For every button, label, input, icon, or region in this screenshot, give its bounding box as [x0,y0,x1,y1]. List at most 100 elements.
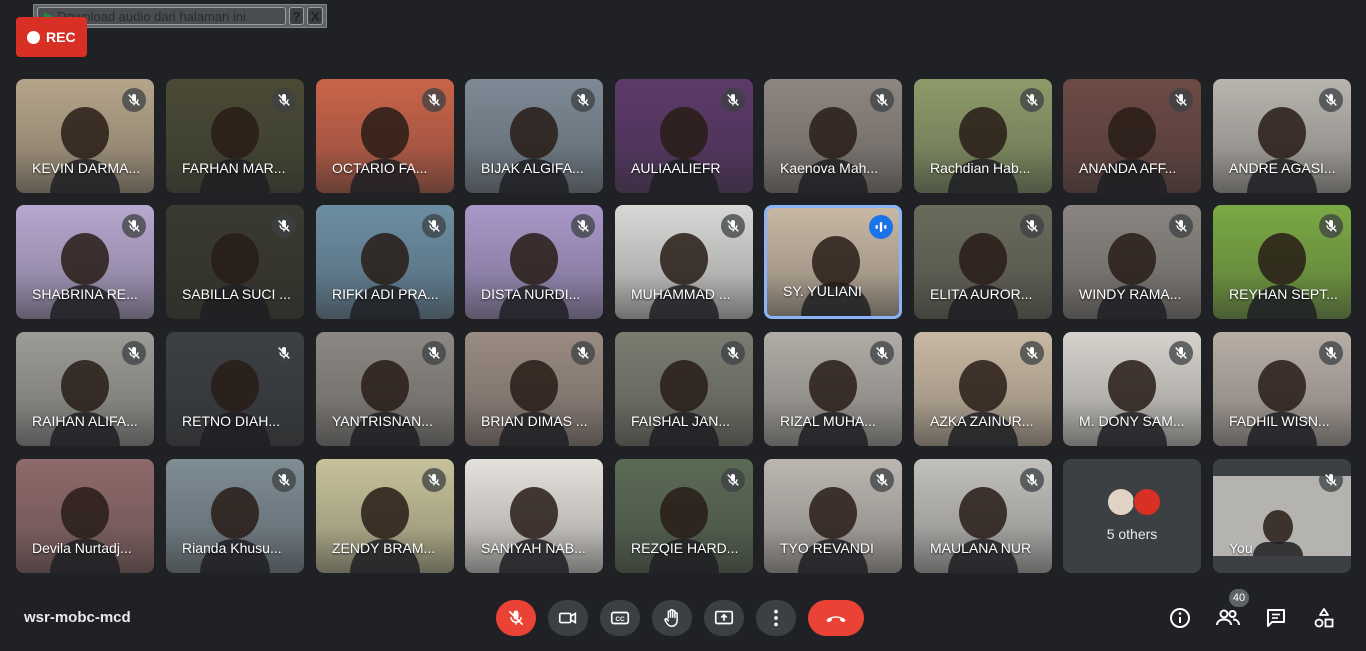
participant-tile[interactable]: AULIAALIEFR [615,79,753,193]
raise-hand-button[interactable] [652,600,692,636]
participant-tile[interactable]: SHABRINA RE... [16,205,154,319]
participant-name: KEVIN DARMA... [32,160,141,176]
participant-name: FAISHAL JAN... [631,413,731,429]
participant-name: BRIAN DIMAS ... [481,413,588,429]
participant-tile[interactable]: WINDY RAMA... [1063,205,1201,319]
participant-name: AZKA ZAINUR... [930,413,1034,429]
participant-video-head [812,236,860,288]
mic-off-icon [571,214,595,238]
participant-tile[interactable]: BRIAN DIMAS ... [465,332,603,446]
participant-name: YANTRISNAN... [332,413,433,429]
participant-tile[interactable]: SY. YULIANI [764,205,902,319]
participant-name: M. DONY SAM... [1079,413,1185,429]
others-label: 5 others [1106,526,1158,542]
participant-tile[interactable]: SANIYAH NAB... [465,459,603,573]
participant-name: REZQIE HARD... [631,540,739,556]
participant-tile[interactable]: TYO REVANDI [764,459,902,573]
others-tile[interactable]: 5 others [1063,459,1201,573]
participant-tile[interactable]: MAULANA NUR [914,459,1052,573]
participant-tile[interactable]: ANDRE AGASI... [1213,79,1351,193]
participant-tile[interactable]: OCTARIO FA... [316,79,454,193]
participant-name: AULIAALIEFR [631,160,721,176]
participant-tile[interactable]: FADHIL WISN... [1213,332,1351,446]
meeting-details-button[interactable] [1166,604,1194,632]
mic-off-icon [870,341,894,365]
self-view-tile[interactable]: You [1213,459,1351,573]
raise-hand-icon [664,608,678,627]
leave-call-button[interactable] [808,600,864,636]
participant-video-head [361,107,409,159]
participant-name: REYHAN SEPT... [1229,286,1338,302]
participant-tile[interactable]: MUHAMMAD ... [615,205,753,319]
participant-tile[interactable]: RETNO DIAH... [166,332,304,446]
microphone-toggle-button[interactable] [496,600,536,636]
participant-tile[interactable]: BIJAK ALGIFA... [465,79,603,193]
participant-tile[interactable]: RIZAL MUHA... [764,332,902,446]
participant-name: WINDY RAMA... [1079,286,1182,302]
participant-tile[interactable]: ZENDY BRAM... [316,459,454,573]
participant-tile[interactable]: SABILLA SUCI ... [166,205,304,319]
recording-indicator[interactable]: REC [16,17,87,57]
mic-off-icon [1319,214,1343,238]
participant-video-head [510,487,558,539]
participant-video-head [61,233,109,285]
activities-button[interactable] [1310,604,1338,632]
participant-video-head [1108,107,1156,159]
participant-tile[interactable]: REYHAN SEPT... [1213,205,1351,319]
mic-off-icon [571,341,595,365]
participant-tile[interactable]: RAIHAN ALIFA... [16,332,154,446]
participant-name: MAULANA NUR [930,540,1032,556]
more-options-button[interactable] [756,600,796,636]
camera-icon [558,611,577,625]
participant-tile[interactable]: AZKA ZAINUR... [914,332,1052,446]
participant-name: Kaenova Mah... [780,160,879,176]
participant-name: ZENDY BRAM... [332,540,436,556]
participant-tile[interactable]: Rianda Khusu... [166,459,304,573]
participant-name: ANDRE AGASI... [1229,160,1336,176]
mic-off-icon [422,214,446,238]
participant-video-head [660,107,708,159]
mic-off-icon [571,88,595,112]
camera-toggle-button[interactable] [548,600,588,636]
mic-off-icon [508,610,524,626]
help-label: ? [292,8,301,24]
participant-video-head [959,360,1007,412]
participant-tile[interactable]: FARHAN MAR... [166,79,304,193]
participant-tile[interactable]: RIFKI ADI PRA... [316,205,454,319]
captions-button[interactable]: CC [600,600,640,636]
mic-off-icon [870,468,894,492]
participant-video-head [510,107,558,159]
close-download-bar-button[interactable]: X [307,7,323,25]
participant-name: RETNO DIAH... [182,413,281,429]
present-screen-button[interactable] [704,600,744,636]
end-call-icon [826,616,846,623]
participant-video-head [361,360,409,412]
participant-video-head [1108,233,1156,285]
help-button[interactable]: ? [288,7,305,25]
participant-tile[interactable]: REZQIE HARD... [615,459,753,573]
speaking-indicator-icon [869,215,893,239]
participant-name: BIJAK ALGIFA... [481,160,584,176]
participant-tile[interactable]: Rachdian Hab... [914,79,1052,193]
participant-tile[interactable]: ELITA AUROR... [914,205,1052,319]
participant-tile[interactable]: Kaenova Mah... [764,79,902,193]
participant-name: Devila Nurtadj... [32,540,132,556]
participant-tile[interactable]: KEVIN DARMA... [16,79,154,193]
participant-video-head [361,487,409,539]
chat-button[interactable] [1262,604,1290,632]
participant-video-head [510,360,558,412]
participant-name: FADHIL WISN... [1229,413,1330,429]
participant-tile[interactable]: YANTRISNAN... [316,332,454,446]
participant-tile[interactable]: ANANDA AFF... [1063,79,1201,193]
participant-tile[interactable]: M. DONY SAM... [1063,332,1201,446]
show-everyone-button[interactable] [1214,604,1242,632]
participant-tile[interactable]: FAISHAL JAN... [615,332,753,446]
recording-label: REC [46,29,76,45]
mic-off-icon [1169,341,1193,365]
mic-off-icon [122,214,146,238]
mic-off-icon [1169,88,1193,112]
participant-tile[interactable]: DISTA NURDI... [465,205,603,319]
participant-video-head [809,107,857,159]
mic-off-icon [721,214,745,238]
participant-tile[interactable]: Devila Nurtadj... [16,459,154,573]
